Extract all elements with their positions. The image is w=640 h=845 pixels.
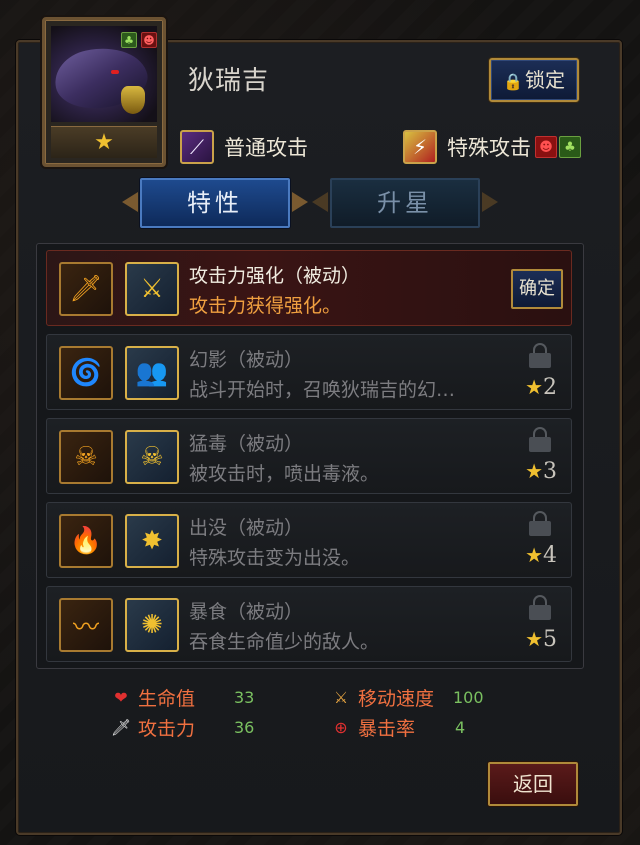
padlock-icon: [529, 595, 551, 620]
character-portrait[interactable]: ♣ ☻ ★: [42, 17, 166, 167]
skill-row[interactable]: 🌀 👥 幻影（被动） 战斗开始时，召唤狄瑞吉的幻… ★2: [46, 334, 572, 410]
star-icon: ★: [525, 627, 543, 651]
padlock-icon: [529, 343, 551, 368]
padlock-icon: [529, 511, 551, 536]
eye-art: [111, 70, 119, 74]
heart-icon: ❤: [114, 688, 128, 707]
tab-arrow-right-icon: [482, 192, 498, 212]
skill-title: 出没（被动）: [189, 517, 304, 539]
tab-arrow-left-icon: [312, 192, 328, 212]
star-requirement: ★2: [525, 375, 557, 400]
skill-desc: 攻击力获得强化。: [189, 295, 342, 317]
skill-desc: 特殊攻击变为出没。: [189, 547, 361, 569]
crosshair-icon: ⊕: [334, 718, 348, 737]
stat-label: 攻击力: [138, 718, 196, 740]
stat-label: 暴击率: [358, 718, 416, 740]
lock-button[interactable]: 🔒 锁定: [489, 58, 579, 102]
phantom-icon: 👥: [125, 346, 179, 400]
tab-traits[interactable]: 特性: [140, 178, 290, 228]
stat-attack: 🗡 攻击力: [110, 714, 195, 741]
stat-crit: ⊕ 暴击率: [330, 714, 415, 741]
wing-icon: ⚔: [333, 688, 349, 707]
skill-row[interactable]: ☠ ☠ 猛毒（被动） 被攻击时，喷出毒液。 ★3: [46, 418, 572, 494]
tab-star-up[interactable]: 升星: [330, 178, 480, 228]
confirm-button[interactable]: 确定: [511, 269, 563, 309]
skull-flame-icon: ☠: [59, 430, 113, 484]
portrait-image: ♣ ☻: [51, 26, 157, 122]
skill-desc: 吞食生命值少的敌人。: [189, 631, 380, 653]
stat-crit-value: 4: [455, 718, 466, 737]
star-requirement: ★5: [525, 627, 557, 652]
star-icon: ★: [525, 459, 543, 483]
padlock-icon: 🔒: [503, 72, 523, 91]
skill-row[interactable]: 🔥 ✸ 出没（被动） 特殊攻击变为出没。 ★4: [46, 502, 572, 578]
star-icon: ★: [525, 375, 543, 399]
star-icon: ★: [525, 543, 543, 567]
star-requirement: ★3: [525, 459, 557, 484]
stat-label: 生命值: [138, 688, 196, 710]
tab-arrow-right-icon: [292, 192, 308, 212]
skill-desc: 战斗开始时，召唤狄瑞吉的幻…: [189, 379, 456, 401]
stat-hp: ❤ 生命值: [110, 684, 195, 711]
stat-speed-value: 100: [453, 688, 484, 707]
whirl-icon: 🌀: [59, 346, 113, 400]
lock-label: 锁定: [524, 68, 565, 92]
demon-tag-icon: ☻: [535, 136, 557, 158]
demon-type-icon: ☻: [141, 32, 157, 48]
jaws-icon: 〰: [59, 598, 113, 652]
skill-title: 幻影（被动）: [189, 349, 304, 371]
normal-attack-label: 普通攻击: [224, 136, 308, 160]
stat-label: 移动速度: [358, 688, 435, 710]
tab-arrow-left-icon: [122, 192, 138, 212]
flame-slash-icon: ⚡: [403, 130, 437, 164]
special-attack-label: 特殊攻击: [447, 136, 531, 160]
ambush-icon: ✸: [125, 514, 179, 568]
skill-desc: 被攻击时，喷出毒液。: [189, 463, 380, 485]
padlock-icon: [529, 427, 551, 452]
return-button[interactable]: 返回: [488, 762, 578, 806]
stat-speed: ⚔ 移动速度: [330, 684, 434, 711]
claw-art: [121, 86, 145, 114]
claw-icon: 🔥: [59, 514, 113, 568]
star-requirement: ★4: [525, 543, 557, 568]
plant-tag-icon: ♣: [559, 136, 581, 158]
sword-icon: 🗡: [59, 262, 113, 316]
plant-type-icon: ♣: [121, 32, 137, 48]
normal-attack: ⟋ 普通攻击: [180, 128, 308, 166]
special-attack: ⚡ 特殊攻击 ☻ ♣: [403, 128, 581, 166]
stat-attack-value: 36: [234, 718, 255, 737]
skill-title: 攻击力强化（被动）: [189, 265, 361, 287]
stat-hp-value: 33: [234, 688, 255, 707]
attack-boost-icon: ⚔: [125, 262, 179, 316]
character-name: 狄瑞吉: [188, 66, 270, 96]
splat-icon: ✺: [125, 598, 179, 652]
skill-row[interactable]: 〰 ✺ 暴食（被动） 吞食生命值少的敌人。 ★5: [46, 586, 572, 662]
skill-title: 暴食（被动）: [189, 601, 304, 623]
slash-icon: ⟋: [180, 130, 214, 164]
sword-icon: 🗡: [110, 718, 132, 737]
skill-row[interactable]: 🗡 ⚔ 攻击力强化（被动） 攻击力获得强化。 确定: [46, 250, 572, 326]
poison-skull-icon: ☠: [125, 430, 179, 484]
portrait-star-rating: ★: [51, 126, 157, 158]
skill-title: 猛毒（被动）: [189, 433, 304, 455]
